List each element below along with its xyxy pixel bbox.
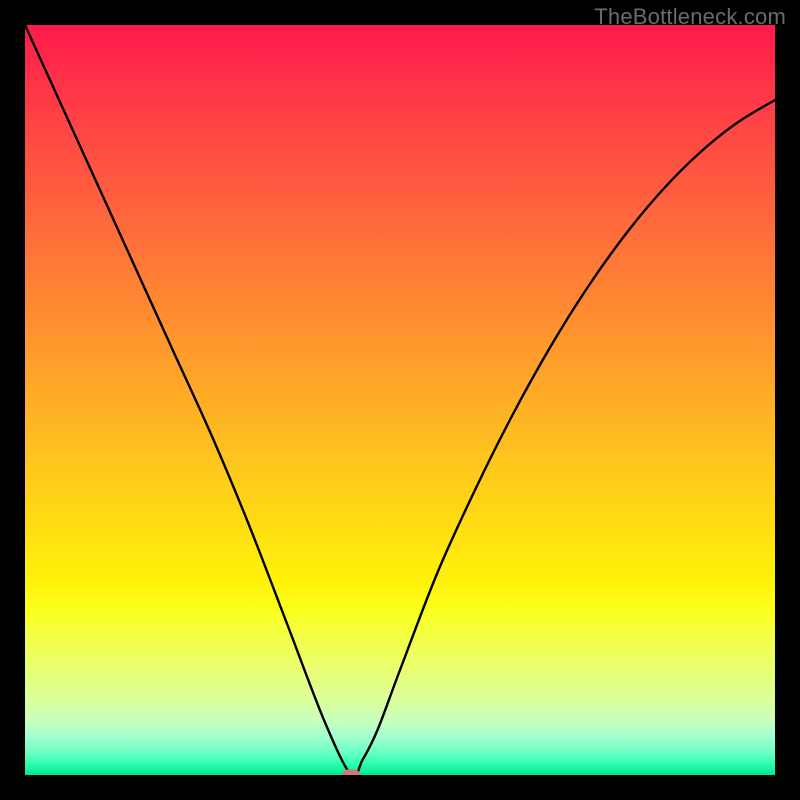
chart-frame: TheBottleneck.com: [0, 0, 800, 800]
plot-area: [25, 25, 775, 775]
optimum-marker: [342, 770, 360, 776]
bottleneck-curve: [25, 25, 775, 775]
watermark-text: TheBottleneck.com: [594, 4, 786, 30]
